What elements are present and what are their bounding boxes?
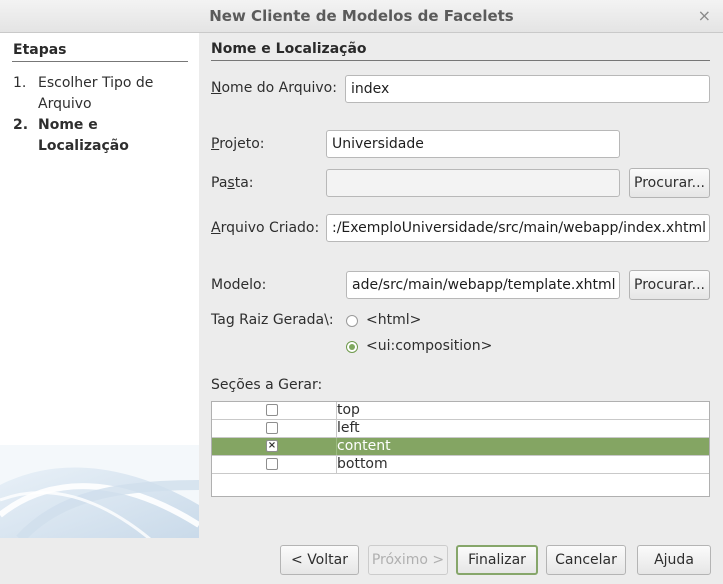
back-button[interactable]: < Voltar xyxy=(280,545,359,575)
row-name-bottom: bottom xyxy=(337,456,388,472)
close-icon[interactable]: × xyxy=(698,6,711,25)
decorative-swoosh-image xyxy=(0,445,199,538)
arquivo-criado-label: Arquivo Criado: xyxy=(211,220,320,236)
table-row[interactable]: top xyxy=(212,402,709,420)
help-button[interactable]: Ajuda xyxy=(637,545,711,575)
table-row[interactable]: bottom xyxy=(212,456,709,474)
radio-ui-composition-button[interactable] xyxy=(346,341,358,353)
projeto-label: Projeto: xyxy=(211,136,265,152)
row-name-content: content xyxy=(337,438,391,454)
row-name-left: left xyxy=(337,420,360,436)
secoes-label: Seções a Gerar: xyxy=(211,377,323,393)
cancel-button[interactable]: Cancelar xyxy=(546,545,626,575)
table-row[interactable]: left xyxy=(212,420,709,438)
projeto-field[interactable]: Universidade xyxy=(326,130,620,158)
step-2-number: 2. xyxy=(13,117,29,133)
pasta-browse-button[interactable]: Procurar... xyxy=(629,168,710,198)
step-1-label: Escolher Tipo de Arquivo xyxy=(38,75,154,112)
modelo-browse-button[interactable]: Procurar... xyxy=(629,270,710,300)
row-name-top: top xyxy=(337,402,360,418)
tag-raiz-label: Tag Raiz Gerada\: xyxy=(211,312,334,328)
radio-html-label: <html> xyxy=(366,312,422,328)
next-button: Próximo > xyxy=(368,545,448,575)
finish-button[interactable]: Finalizar xyxy=(456,545,538,575)
section-title: Nome e Localização xyxy=(211,41,367,57)
title-bar: New Cliente de Modelos de Facelets × xyxy=(0,0,723,33)
pasta-input[interactable] xyxy=(326,169,620,197)
pasta-label: Pasta: xyxy=(211,175,254,191)
modelo-label: Modelo: xyxy=(211,277,267,293)
arquivo-criado-field[interactable]: :/ExemploUniversidade/src/main/webapp/in… xyxy=(326,214,710,242)
step-1-number: 1. xyxy=(13,75,27,91)
nome-arquivo-input[interactable]: index xyxy=(345,75,710,103)
steps-title: Etapas xyxy=(13,42,67,58)
steps-divider xyxy=(12,61,188,62)
checkbox-left[interactable] xyxy=(266,422,278,434)
radio-html-button[interactable] xyxy=(346,315,358,327)
main-panel: Nome e Localização Nome do Arquivo: inde… xyxy=(199,33,723,538)
checkbox-bottom[interactable] xyxy=(266,458,278,470)
section-divider xyxy=(211,60,710,61)
modelo-input[interactable]: ade/src/main/webapp/template.xhtml xyxy=(346,271,620,299)
nome-arquivo-label: Nome do Arquivo: xyxy=(211,80,337,96)
secoes-table[interactable]: top left × content bottom xyxy=(211,401,710,497)
step-2-label: Nome e Localização xyxy=(38,117,129,154)
checkbox-content[interactable]: × xyxy=(266,440,278,452)
checkbox-top[interactable] xyxy=(266,404,278,416)
table-row[interactable]: × content xyxy=(212,438,709,456)
steps-panel: Etapas 1. Escolher Tipo de Arquivo 2. No… xyxy=(0,33,199,538)
window-title: New Cliente de Modelos de Facelets xyxy=(209,7,514,25)
radio-ui-composition-label: <ui:composition> xyxy=(366,338,493,354)
